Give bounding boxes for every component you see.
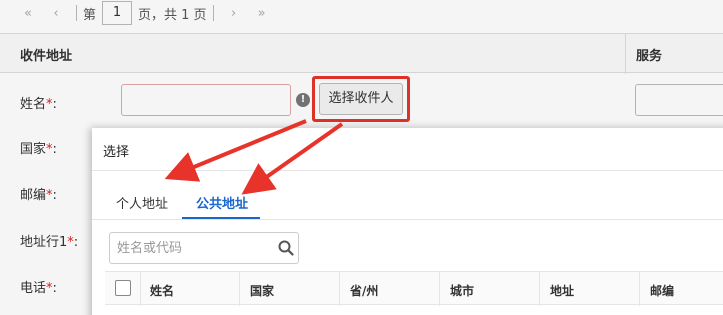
column-header-country[interactable]: 国家 xyxy=(250,282,274,299)
search-icon[interactable] xyxy=(278,240,294,256)
column-header-city[interactable]: 城市 xyxy=(450,282,474,299)
column-header-name[interactable]: 姓名 xyxy=(150,282,174,299)
column-header-zip[interactable]: 邮编 xyxy=(650,282,674,299)
column-divider xyxy=(239,272,240,306)
column-divider xyxy=(140,272,141,306)
dialog-tabs: 个人地址 公共地址 xyxy=(92,171,723,220)
select-dialog: 选择 个人地址 公共地址 姓名 国家 省/州 城市 地址 邮编 xyxy=(92,128,723,315)
select-all-checkbox[interactable] xyxy=(115,280,131,296)
dialog-title: 选择 xyxy=(92,128,723,171)
column-header-province[interactable]: 省/州 xyxy=(350,282,378,299)
column-header-address[interactable]: 地址 xyxy=(550,282,574,299)
table-header: 姓名 国家 省/州 城市 地址 邮编 xyxy=(105,271,723,306)
column-divider xyxy=(539,272,540,306)
column-divider xyxy=(439,272,440,306)
column-divider xyxy=(339,272,340,306)
search-box xyxy=(109,232,299,264)
active-tab-indicator xyxy=(182,217,260,219)
tab-public-address[interactable]: 公共地址 xyxy=(196,193,248,212)
column-divider xyxy=(639,272,640,306)
tab-personal-address[interactable]: 个人地址 xyxy=(116,193,168,212)
search-input[interactable] xyxy=(117,233,277,263)
